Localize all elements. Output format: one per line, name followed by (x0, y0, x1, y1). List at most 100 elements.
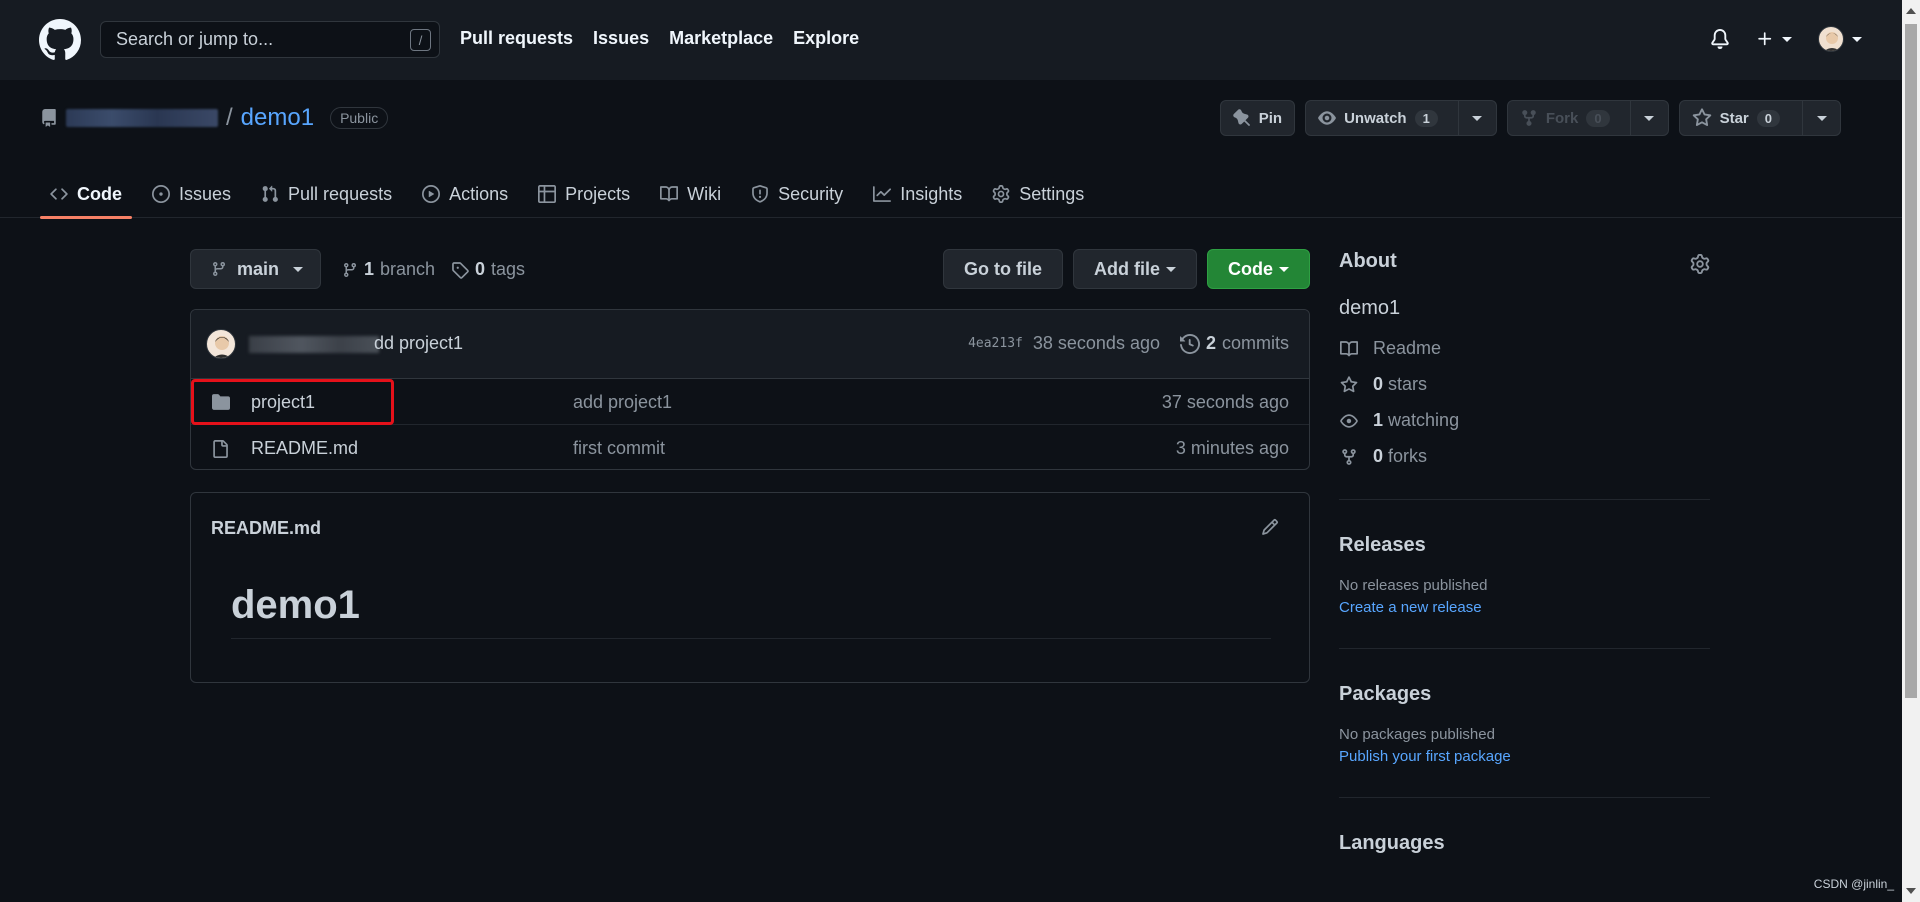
repo-owner-redacted[interactable] (66, 109, 218, 127)
star-dropdown[interactable] (1802, 101, 1840, 135)
repo-name-link[interactable]: demo1 (241, 104, 314, 132)
tab-actions[interactable]: Actions (412, 170, 518, 218)
watchers-link[interactable]: 1 watching (1339, 410, 1710, 431)
code-button[interactable]: Code (1207, 249, 1310, 289)
tab-pull-requests[interactable]: Pull requests (251, 170, 402, 218)
avatar (1818, 26, 1844, 52)
add-file-button[interactable]: Add file (1073, 249, 1197, 289)
latest-commit-bar: dd project1 4ea213f 38 seconds ago 2 com… (191, 310, 1309, 379)
tab-code[interactable]: Code (40, 170, 132, 219)
stars-link[interactable]: 0 stars (1339, 374, 1710, 395)
file-name-link[interactable]: README.md (251, 438, 358, 459)
languages-heading: Languages (1339, 832, 1445, 854)
tab-label: Code (77, 183, 122, 204)
tab-wiki[interactable]: Wiki (650, 170, 731, 218)
code-icon (50, 188, 68, 200)
tab-insights[interactable]: Insights (863, 170, 972, 218)
tab-issues[interactable]: Issues (142, 170, 241, 218)
commit-sha-link[interactable]: 4ea213f (968, 336, 1023, 351)
divider (1339, 797, 1710, 798)
gear-icon[interactable] (1690, 254, 1710, 274)
nav-issues[interactable]: Issues (593, 28, 649, 49)
forks-link[interactable]: 0 forks (1339, 446, 1710, 467)
chevron-down-icon (1816, 115, 1827, 121)
commit-time: 38 seconds ago (1032, 333, 1160, 353)
repo-icon (42, 109, 56, 127)
readme-panel: README.md demo1 (190, 492, 1310, 683)
page-scrollbar[interactable] (1902, 0, 1920, 902)
scroll-down-arrow[interactable] (1906, 888, 1916, 894)
avatar[interactable] (206, 329, 236, 359)
scroll-thumb[interactable] (1905, 24, 1917, 698)
file-commit-message-link[interactable]: first commit (573, 438, 665, 459)
star-button[interactable]: Star 0 (1678, 100, 1841, 136)
forks-word: forks (1388, 446, 1428, 466)
watch-dropdown[interactable] (1457, 101, 1496, 135)
user-menu[interactable] (1818, 26, 1862, 52)
file-commit-time: 3 minutes ago (1175, 438, 1289, 458)
watermark: CSDN @jinlin_ (1813, 877, 1894, 891)
releases-heading[interactable]: Releases (1339, 534, 1710, 557)
unwatch-label: Unwatch (1344, 109, 1407, 127)
fork-icon (1342, 448, 1356, 465)
readme-filename: README.md (211, 518, 322, 538)
nav-marketplace[interactable]: Marketplace (669, 28, 773, 49)
chevron-down-icon (1472, 115, 1483, 121)
star-icon (1340, 375, 1358, 392)
github-logo-icon[interactable] (39, 19, 81, 61)
tab-label: Projects (565, 183, 631, 204)
folder-icon (212, 394, 230, 410)
chevron-down-icon (1782, 36, 1792, 42)
commit-author-redacted[interactable] (249, 336, 379, 353)
bell-icon[interactable] (1710, 28, 1730, 50)
global-header: Search or jump to... / Pull requests Iss… (0, 0, 1902, 80)
tag-icon (452, 261, 469, 279)
tab-security[interactable]: Security (741, 170, 853, 218)
tags-link[interactable]: 0 tags (451, 259, 525, 280)
file-actions: Go to file Add file Code (943, 249, 1310, 289)
nav-explore[interactable]: Explore (793, 28, 859, 49)
pencil-icon[interactable] (1261, 518, 1279, 536)
watching-count: 1 (1373, 410, 1384, 430)
nav-pull-requests[interactable]: Pull requests (460, 28, 573, 49)
fork-dropdown[interactable] (1629, 101, 1668, 135)
repo-description: demo1 (1339, 297, 1401, 319)
search-input[interactable]: Search or jump to... / (100, 21, 440, 58)
header-actions (1710, 26, 1862, 52)
publish-package-link[interactable]: Publish your first package (1339, 748, 1710, 765)
go-to-file-button[interactable]: Go to file (943, 249, 1063, 289)
readme-link[interactable]: Readme (1339, 338, 1710, 359)
fork-button[interactable]: Fork 0 (1506, 100, 1669, 136)
branch-word: branch (380, 259, 436, 279)
file-row[interactable]: README.md first commit 3 minutes ago (191, 425, 1309, 469)
unwatch-button[interactable]: Unwatch 1 (1305, 100, 1497, 136)
file-commit-time: 37 seconds ago (1161, 392, 1289, 412)
tab-projects[interactable]: Projects (528, 170, 640, 218)
repo-sidebar: About demo1 Readme 0 stars 1 watching 0 … (1339, 250, 1710, 855)
file-commit-message-link[interactable]: add project1 (573, 392, 672, 413)
branches-link[interactable]: 1 branch (342, 259, 435, 280)
commit-message-link[interactable]: dd project1 (374, 333, 463, 354)
branch-selector[interactable]: main (190, 249, 321, 289)
branch-icon (343, 262, 356, 277)
book-icon (660, 186, 679, 202)
create-release-link[interactable]: Create a new release (1339, 599, 1710, 616)
file-name-link[interactable]: project1 (251, 392, 315, 413)
pin-button[interactable]: Pin (1219, 100, 1296, 136)
code-button-label: Code (1228, 258, 1273, 279)
tag-word: tags (491, 259, 526, 279)
readme-heading: demo1 (231, 583, 1271, 639)
tab-settings[interactable]: Settings (982, 170, 1094, 218)
branch-name: main (237, 258, 280, 279)
commits-history-link[interactable]: 2 commits (1179, 333, 1289, 354)
branch-count: 1 (364, 259, 375, 279)
file-row[interactable]: project1 add project1 37 seconds ago (191, 379, 1309, 425)
chevron-down-icon (1166, 266, 1176, 272)
create-new-menu[interactable] (1756, 30, 1792, 48)
packages-heading[interactable]: Packages (1339, 683, 1710, 706)
commit-count: 2 (1205, 333, 1216, 353)
file-navigation: main 1 branch 0 tags Go to file Add file… (190, 249, 1310, 289)
scroll-up-arrow[interactable] (1906, 8, 1916, 14)
play-icon (422, 185, 441, 203)
chevron-down-icon (1279, 266, 1289, 272)
